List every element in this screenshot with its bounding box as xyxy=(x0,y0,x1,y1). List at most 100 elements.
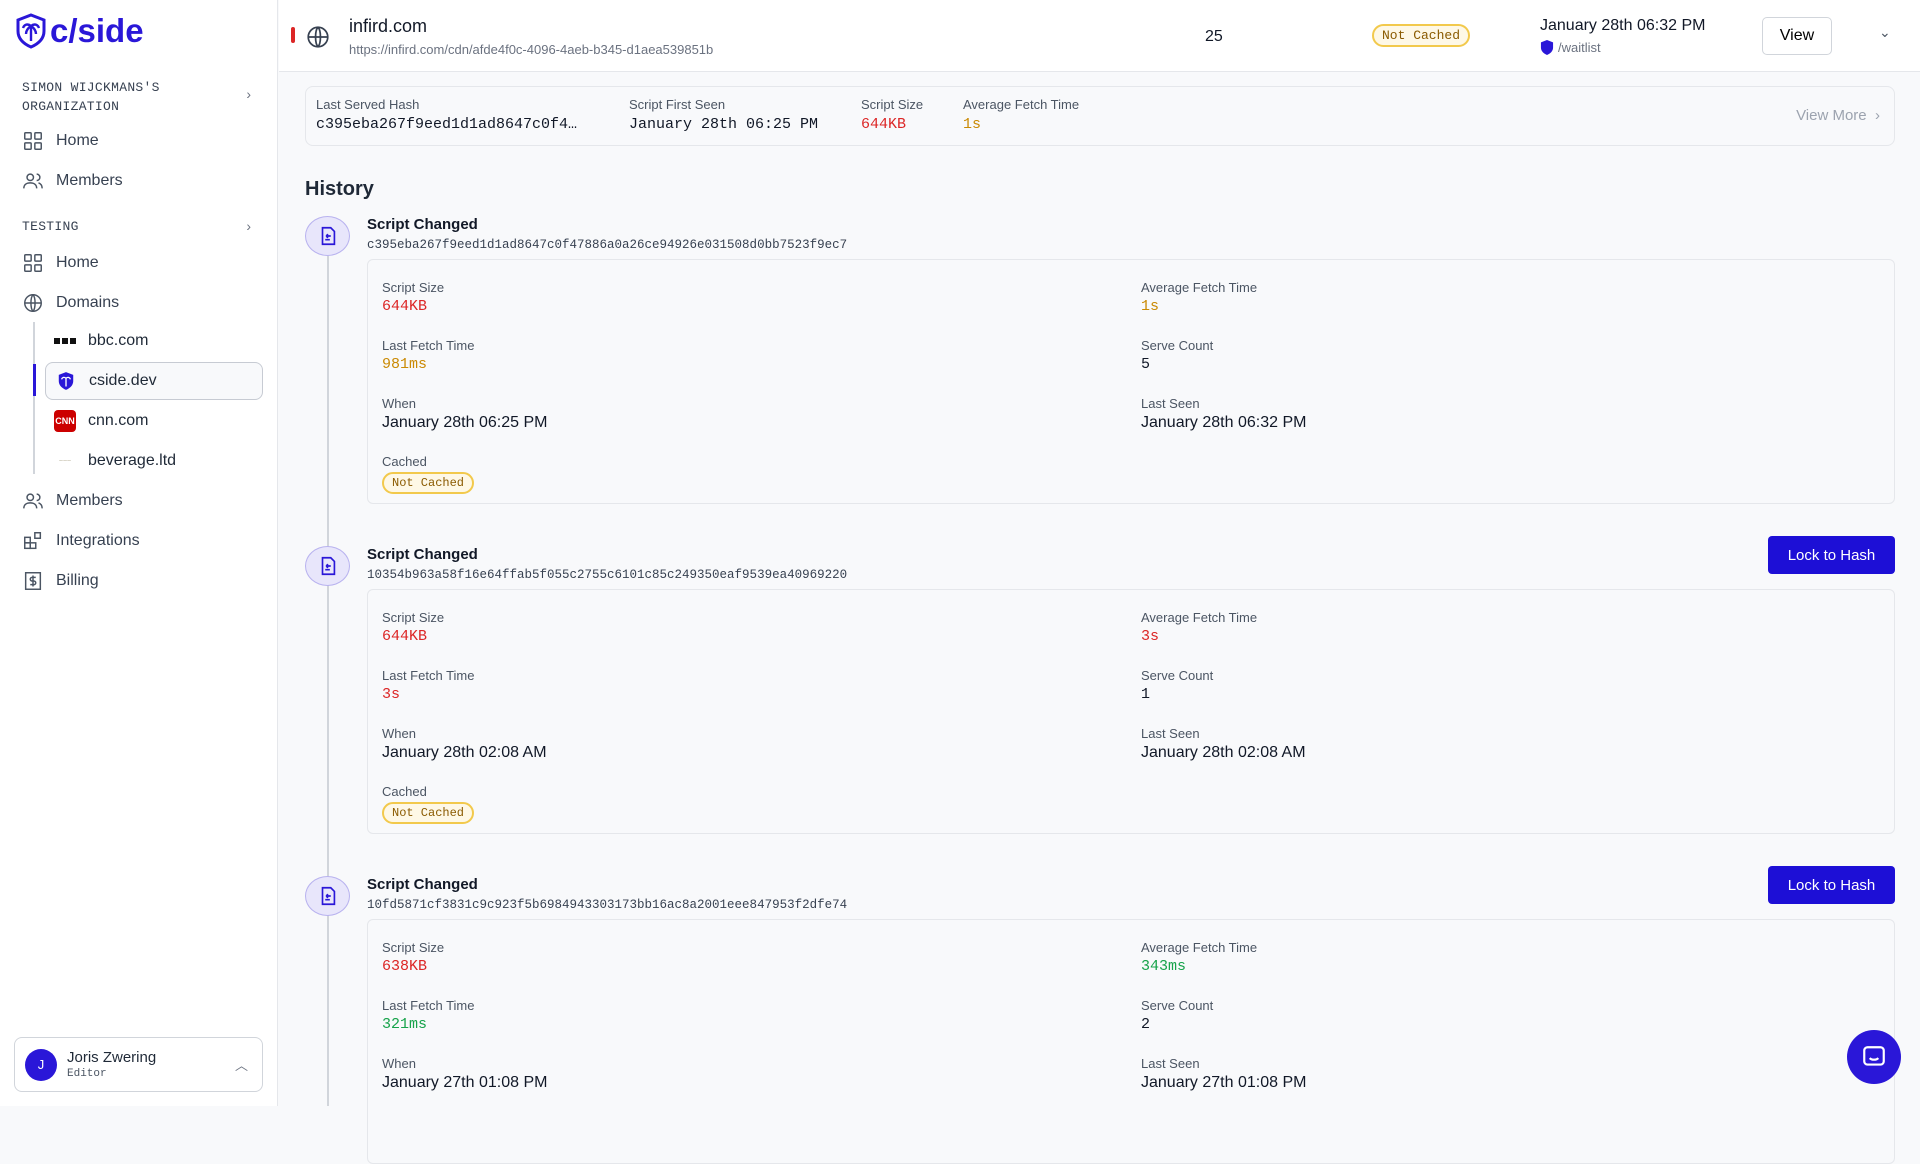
lock-to-hash-button[interactable]: Lock to Hash xyxy=(1768,536,1895,574)
script-row-header: infird.com https://infird.com/cdn/afde4f… xyxy=(279,0,1920,72)
nav-label: Home xyxy=(56,254,99,271)
org-name: SIMON WIJCKMANS'S ORGANIZATION xyxy=(22,80,160,114)
when: When January 28th 02:08 AM xyxy=(382,726,547,762)
value: c395eba267f9eed1d1ad8647c0f4… xyxy=(316,116,578,133)
field-value: January 27th 01:08 PM xyxy=(1141,1074,1307,1091)
nav-integrations[interactable]: Integrations xyxy=(22,526,140,556)
last-fetch-time: Last Fetch Time 3s xyxy=(382,668,474,703)
when: When January 27th 01:08 PM xyxy=(382,1056,547,1092)
field-value: January 27th 01:08 PM xyxy=(382,1074,548,1091)
script-changed-icon xyxy=(305,546,350,586)
user-menu[interactable]: J Joris Zwering Editor ︿ xyxy=(14,1037,263,1092)
cache-status-badge: Not Cached xyxy=(382,802,475,824)
label: Script First Seen xyxy=(629,97,726,112)
section-testing[interactable]: TESTING xyxy=(22,218,79,236)
field-label: Script Size xyxy=(382,610,445,625)
script-size: Script Size 644KB xyxy=(382,610,444,645)
active-indicator xyxy=(33,364,36,396)
cache-status-badge: Not Cached xyxy=(1372,24,1471,47)
nav-domains[interactable]: Domains xyxy=(22,288,119,318)
script-changed-icon xyxy=(305,216,350,256)
lock-to-hash-button[interactable]: Lock to Hash xyxy=(1768,866,1895,904)
field-value: 3s xyxy=(382,686,401,703)
chevron-up-icon: ︿ xyxy=(234,1058,248,1073)
globe-icon xyxy=(307,26,329,48)
label: Last Served Hash xyxy=(316,97,420,112)
nav-label: Domains xyxy=(56,294,120,311)
history-item-title: Script Changed xyxy=(367,546,478,563)
field-value: 644KB xyxy=(382,298,428,315)
nav-home-testing[interactable]: Home xyxy=(22,248,99,278)
label: Average Fetch Time xyxy=(963,97,1080,112)
field-label: Last Seen xyxy=(1141,1056,1200,1071)
grid-icon xyxy=(24,254,42,272)
serve-count: Serve Count 5 xyxy=(1141,338,1213,373)
cached: Cached Not Cached xyxy=(382,454,475,494)
nav-label: Integrations xyxy=(56,532,140,549)
beverage-logo-icon: ~~~ xyxy=(58,457,72,465)
field-label: Serve Count xyxy=(1141,338,1214,353)
field-value: 3s xyxy=(1141,628,1160,645)
chevron-down-icon[interactable]: ⌄ xyxy=(1879,24,1891,41)
field-label: When xyxy=(382,396,416,411)
nav-members[interactable]: Members xyxy=(22,166,123,196)
org-switcher[interactable]: SIMON WIJCKMANS'S ORGANIZATION xyxy=(22,78,222,116)
field-value: 981ms xyxy=(382,356,428,373)
page-link[interactable]: /waitlist xyxy=(1540,39,1601,56)
field-label: Average Fetch Time xyxy=(1141,940,1258,955)
view-button[interactable]: View xyxy=(1762,17,1832,55)
bbc-logo-icon xyxy=(54,330,76,352)
nav-billing[interactable]: Billing xyxy=(22,566,99,596)
billing-icon xyxy=(24,572,42,590)
domain-beverage[interactable]: ~~~ beverage.ltd xyxy=(54,442,262,480)
script-domain: infird.com xyxy=(349,16,428,36)
field-value: 5 xyxy=(1141,356,1151,373)
nav-members-testing[interactable]: Members xyxy=(22,486,123,516)
logo[interactable]: c/side xyxy=(16,12,144,50)
field-value: 1s xyxy=(1141,298,1160,315)
average-fetch-time: Average Fetch Time 1s xyxy=(1141,280,1257,315)
nav-label: Billing xyxy=(56,572,99,589)
users-icon xyxy=(23,493,43,509)
domain-label: cside.dev xyxy=(89,372,157,389)
history-item-hash: 10354b963a58f16e64ffab5f055c2755c6101c85… xyxy=(367,568,848,582)
chat-button[interactable] xyxy=(1847,1030,1901,1084)
value: January 28th 06:25 PM xyxy=(629,116,819,133)
field-label: Last Fetch Time xyxy=(382,668,475,683)
cnn-logo-icon: CNN xyxy=(54,410,76,432)
domain-cnn[interactable]: CNN cnn.com xyxy=(54,402,262,440)
field-value: January 28th 02:08 AM xyxy=(1141,744,1306,761)
field-value: 2 xyxy=(1141,1016,1151,1033)
field-value: January 28th 06:32 PM xyxy=(1141,414,1307,431)
history-details-card: Script Size 644KB Average Fetch Time 1s La… xyxy=(367,259,1895,504)
history-title: History xyxy=(305,178,374,200)
field-label: Serve Count xyxy=(1141,998,1214,1013)
cache-status-badge: Not Cached xyxy=(382,472,475,494)
nav-label: Home xyxy=(56,132,99,149)
script-url[interactable]: https://infird.com/cdn/afde4f0c-4096-4ae… xyxy=(349,42,713,57)
field-label: Cached xyxy=(382,784,427,799)
script-size: Script Size 638KB xyxy=(382,940,444,975)
domain-bbc[interactable]: bbc.com xyxy=(54,322,262,360)
chevron-right-icon[interactable]: › xyxy=(246,218,251,234)
domain-label: cnn.com xyxy=(88,412,149,429)
field-value: January 28th 02:08 AM xyxy=(382,744,547,761)
chat-icon xyxy=(1863,1046,1885,1066)
logo-text: c/side xyxy=(50,12,144,49)
script-changed-icon xyxy=(305,876,350,916)
last-seen: January 28th 06:32 PM xyxy=(1540,17,1706,34)
history-details-card: Script Size 644KB Average Fetch Time 3s La… xyxy=(367,589,1895,834)
field-value: 321ms xyxy=(382,1016,428,1033)
domain-cside[interactable]: cside.dev xyxy=(45,362,263,400)
field-value: 343ms xyxy=(1141,958,1187,975)
value: 1s xyxy=(963,116,982,133)
nav-label: Members xyxy=(56,172,123,189)
view-more-link[interactable]: View More › xyxy=(1796,107,1880,124)
field-value: 1 xyxy=(1141,686,1151,703)
field-value: 644KB xyxy=(382,628,428,645)
user-name: Joris Zwering xyxy=(67,1049,157,1066)
page-path: /waitlist xyxy=(1558,40,1601,55)
nav-home[interactable]: Home xyxy=(22,126,99,156)
chevron-right-icon[interactable]: › xyxy=(246,86,251,102)
summary-size: Script Size 644KB xyxy=(861,97,923,133)
